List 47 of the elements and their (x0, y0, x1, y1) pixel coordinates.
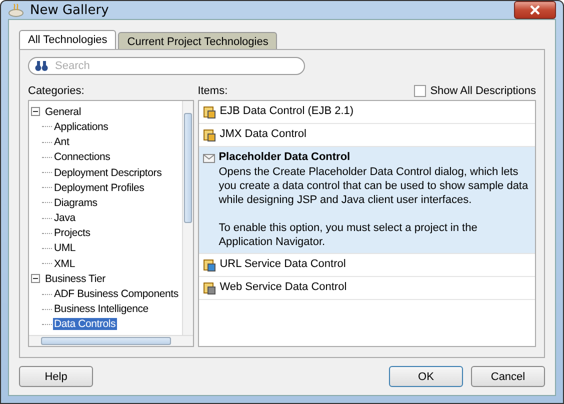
tree-item[interactable]: Deployment Profiles (53, 182, 146, 194)
close-icon (530, 5, 540, 16)
tree-item[interactable]: Projects (53, 227, 92, 240)
help-button[interactable]: Help (19, 366, 93, 387)
envelope-icon (202, 152, 215, 164)
item-name: Placeholder Data Control (218, 151, 350, 164)
tab[interactable]: All Technologies (19, 30, 116, 50)
tree-item[interactable]: XML (53, 258, 76, 270)
tree-item[interactable]: Ant (53, 136, 70, 148)
tree-item[interactable]: Business Intelligence (53, 303, 150, 316)
data-control-icon (202, 259, 216, 272)
checkbox[interactable] (414, 85, 426, 98)
checkbox-label[interactable]: Show All Descriptions (430, 85, 536, 98)
categories-label: Categories: (28, 85, 84, 98)
binoculars-icon (35, 61, 48, 72)
item-description: To enable this option, you must select a project in the Application Navigator. (218, 221, 478, 250)
list-item[interactable] (198, 147, 535, 254)
tree-item[interactable]: Data Controls (53, 318, 117, 330)
tab[interactable]: Current Project Technologies (118, 32, 278, 50)
window-title: New Gallery (30, 2, 109, 18)
data-control-icon (202, 282, 216, 296)
app-icon (8, 2, 24, 18)
tree-item[interactable]: Business Tier (44, 272, 106, 285)
tree-item[interactable]: Connections (53, 151, 112, 164)
item-name: Web Service Data Control (220, 281, 347, 294)
horizontal-scrollbar[interactable] (29, 335, 193, 346)
vertical-scrollbar[interactable] (182, 101, 193, 335)
close-button[interactable] (514, 1, 556, 20)
tree-item[interactable]: Deployment Descriptors (53, 166, 163, 179)
tree-item[interactable]: Diagrams (53, 196, 98, 209)
search-field[interactable]: Search (28, 57, 305, 76)
collapse-icon[interactable] (31, 274, 40, 284)
tree-item[interactable]: Applications (53, 120, 110, 133)
item-description: Opens the Create Placeholder Data Control dialog, which lets you create a data control that can be used to show sample data while designing JSP and Java client user interfaces. (218, 165, 530, 208)
data-control-icon (202, 106, 216, 120)
tree-item[interactable]: ADF Business Components (53, 288, 180, 300)
ok-button[interactable]: OK (389, 366, 463, 387)
items-label: Items: (198, 85, 228, 98)
item-name: EJB Data Control (EJB 2.1) (220, 105, 354, 118)
cancel-button[interactable]: Cancel (471, 366, 545, 387)
item-name: URL Service Data Control (220, 258, 346, 270)
item-name: JMX Data Control (220, 128, 306, 140)
data-control-icon (202, 129, 216, 142)
tree-item[interactable]: Java (53, 212, 76, 224)
tree-item[interactable]: General (44, 106, 82, 118)
collapse-icon[interactable] (31, 107, 40, 116)
tree-item[interactable]: UML (53, 242, 77, 254)
